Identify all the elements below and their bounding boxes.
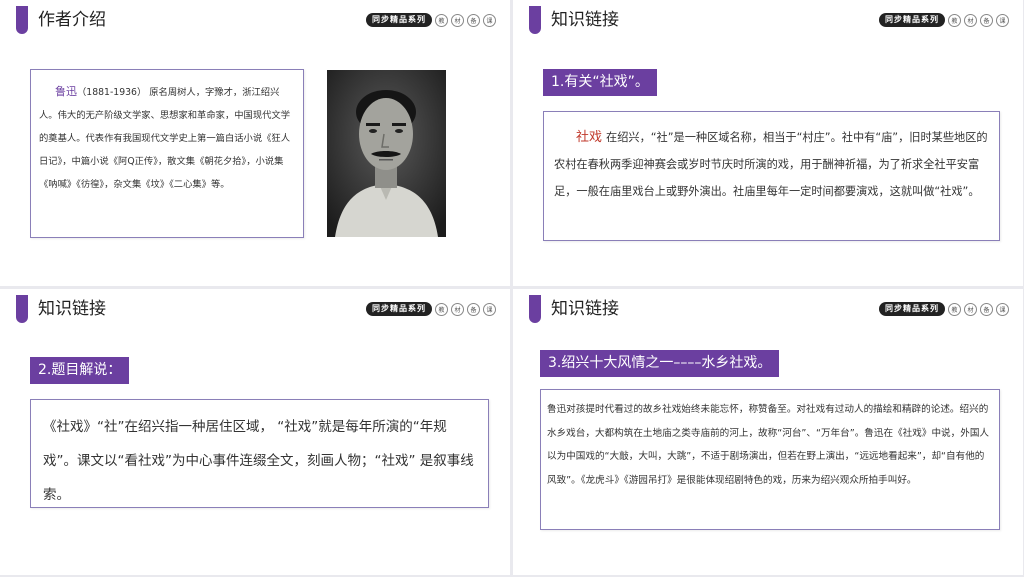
- seal-icon: 材: [451, 302, 464, 316]
- slide-grid: 作者介绍 同步精品系列 教 材 备 课 鲁迅（1881-1936） 原名周树人，…: [0, 0, 1024, 577]
- body-text: 《社戏》“社”在绍兴指一种居住区域， “社戏”就是每年所演的“年规戏”。课文以“…: [43, 419, 474, 503]
- seal-icon: 教: [948, 302, 961, 316]
- seal-icon: 教: [948, 13, 961, 27]
- author-bio-box: 鲁迅（1881-1936） 原名周树人，字豫才，浙江绍兴人。伟大的无产阶级文学家…: [30, 69, 304, 238]
- seal-icon: 备: [467, 13, 480, 27]
- accent-bar: [16, 295, 28, 323]
- series-label: 同步精品系列: [366, 13, 432, 27]
- content-box: 《社戏》“社”在绍兴指一种居住区域， “社戏”就是每年所演的“年规戏”。课文以“…: [30, 399, 489, 508]
- slide-knowledge-1[interactable]: 知识链接 同步精品系列 教 材 备 课 1.有关“社戏”。 社戏 在绍兴，“社”是…: [513, 0, 1023, 286]
- seal-icon: 备: [980, 302, 993, 316]
- seal-icon: 课: [996, 13, 1009, 27]
- seal-icon: 材: [964, 302, 977, 316]
- slide-title: 知识链接: [551, 10, 619, 30]
- seal-icon: 备: [980, 13, 993, 27]
- seal-icon: 备: [467, 302, 480, 316]
- slide-knowledge-3[interactable]: 知识链接 同步精品系列 教 材 备 课 3.绍兴十大风情之一––––水乡社戏。 …: [513, 289, 1023, 575]
- seal-icon: 教: [435, 13, 448, 27]
- series-label: 同步精品系列: [879, 13, 945, 27]
- slide-title: 知识链接: [38, 299, 106, 319]
- series-label: 同步精品系列: [879, 302, 945, 316]
- section-heading: 2.题目解说：: [30, 357, 130, 384]
- slide-author-intro[interactable]: 作者介绍 同步精品系列 教 材 备 课 鲁迅（1881-1936） 原名周树人，…: [0, 0, 510, 286]
- seal-icon: 材: [964, 13, 977, 27]
- accent-bar: [16, 6, 28, 34]
- content-box: 鲁迅对孩提时代看过的故乡社戏始终未能忘怀，称赞备至。对社戏有过动人的描绘和精辟的…: [540, 389, 1000, 530]
- author-bio: 鲁迅（1881-1936） 原名周树人，字豫才，浙江绍兴人。伟大的无产阶级文学家…: [39, 80, 295, 196]
- slide-knowledge-2[interactable]: 知识链接 同步精品系列 教 材 备 课 2.题目解说： 《社戏》“社”在绍兴指一…: [0, 289, 510, 575]
- series-brand-logo: 同步精品系列 教 材 备 课: [879, 13, 1009, 27]
- content-box: 社戏 在绍兴，“社”是一种区域名称，相当于“村庄”。社中有“庙”，旧时某些地区的农…: [543, 111, 1000, 241]
- series-brand-logo: 同步精品系列 教 材 备 课: [879, 302, 1009, 316]
- accent-bar: [529, 6, 541, 34]
- series-brand-logo: 同步精品系列 教 材 备 课: [366, 302, 496, 316]
- seal-icon: 教: [435, 302, 448, 316]
- keyword-highlight: 社戏: [576, 130, 603, 145]
- seal-icon: 材: [451, 13, 464, 27]
- author-bio-text: （1881-1936） 原名周树人，字豫才，浙江绍兴人。伟大的无产阶级文学家、思…: [39, 87, 291, 190]
- series-label: 同步精品系列: [366, 302, 432, 316]
- body-text: 在绍兴，“社”是一种区域名称，相当于“村庄”。社中有“庙”，旧时某些地区的农村在…: [554, 131, 988, 198]
- content-text: 社戏 在绍兴，“社”是一种区域名称，相当于“村庄”。社中有“庙”，旧时某些地区的农…: [554, 124, 989, 205]
- author-name: 鲁迅: [55, 85, 77, 98]
- series-brand-logo: 同步精品系列 教 材 备 课: [366, 13, 496, 27]
- body-text: 鲁迅对孩提时代看过的故乡社戏始终未能忘怀，称赞备至。对社戏有过动人的描绘和精辟的…: [547, 404, 990, 486]
- slide-title: 作者介绍: [38, 10, 106, 30]
- seal-icon: 课: [483, 13, 496, 27]
- section-heading: 1.有关“社戏”。: [543, 69, 657, 96]
- section-heading: 3.绍兴十大风情之一––––水乡社戏。: [540, 350, 780, 377]
- seal-icon: 课: [996, 302, 1009, 316]
- seal-icon: 课: [483, 302, 496, 316]
- author-portrait-image: [327, 70, 446, 237]
- author-photo: [327, 70, 446, 237]
- accent-bar: [529, 295, 541, 323]
- slide-title: 知识链接: [551, 299, 619, 319]
